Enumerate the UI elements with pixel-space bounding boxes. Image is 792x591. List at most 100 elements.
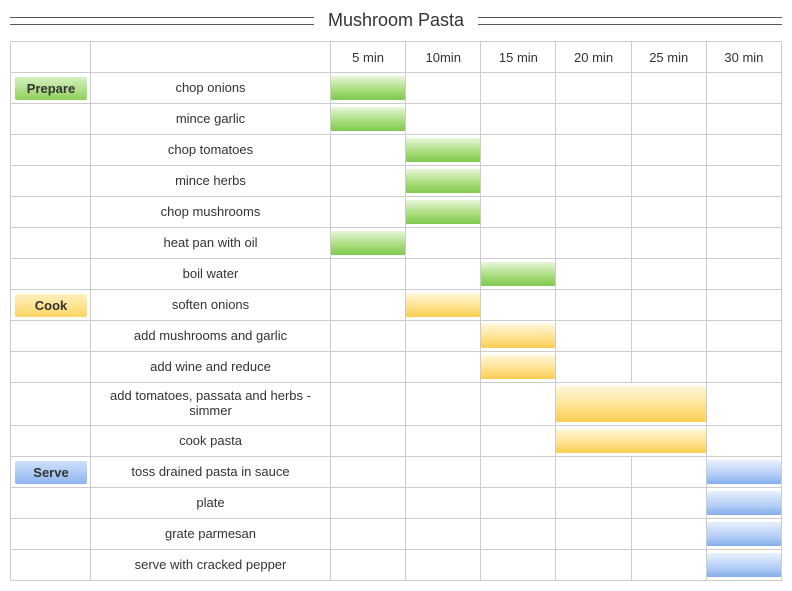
title-rule-right (478, 17, 782, 25)
table-row: chop mushrooms (11, 197, 782, 228)
time-cell (406, 73, 481, 104)
section-cell (11, 166, 91, 197)
title-rule-left (10, 17, 314, 25)
table-row: mince herbs (11, 166, 782, 197)
task-desc-text: plate (196, 496, 224, 511)
time-cell (481, 197, 556, 228)
gantt-bar (707, 553, 781, 577)
time-cell (556, 426, 706, 457)
time-cell (481, 135, 556, 166)
time-cell (556, 488, 631, 519)
time-cell (631, 104, 706, 135)
time-cell (706, 383, 781, 426)
time-cell (556, 290, 631, 321)
section-cell: Serve (11, 457, 91, 488)
task-desc: toss drained pasta in sauce (91, 457, 331, 488)
time-cell (406, 550, 481, 581)
time-cell (481, 519, 556, 550)
time-cell (631, 259, 706, 290)
time-cell (706, 519, 781, 550)
time-cell (481, 104, 556, 135)
table-row: chop tomatoes (11, 135, 782, 166)
time-cell (556, 197, 631, 228)
time-cell (631, 352, 706, 383)
time-cell (556, 550, 631, 581)
task-desc: add wine and reduce (91, 352, 331, 383)
table-row: add wine and reduce (11, 352, 782, 383)
section-cell (11, 383, 91, 426)
time-cell (556, 228, 631, 259)
gantt-bar (331, 231, 405, 255)
time-cell (481, 352, 556, 383)
time-cell (406, 488, 481, 519)
task-desc-text: serve with cracked pepper (135, 558, 287, 573)
time-cell (481, 259, 556, 290)
task-desc: mince garlic (91, 104, 331, 135)
gantt-bar (707, 460, 781, 484)
table-row: add mushrooms and garlic (11, 321, 782, 352)
table-row: add tomatoes, passata and herbs - simmer (11, 383, 782, 426)
section-cell (11, 426, 91, 457)
time-cell (406, 228, 481, 259)
task-desc: grate parmesan (91, 519, 331, 550)
task-desc: mince herbs (91, 166, 331, 197)
time-cell (406, 259, 481, 290)
task-desc: chop mushrooms (91, 197, 331, 228)
task-desc-text: mince garlic (176, 112, 245, 127)
time-cell (706, 426, 781, 457)
time-cell (406, 321, 481, 352)
time-cell (706, 259, 781, 290)
table-row: cook pasta (11, 426, 782, 457)
section-cell (11, 321, 91, 352)
time-cell (706, 135, 781, 166)
gantt-bar (707, 522, 781, 546)
task-desc-text: boil water (183, 267, 239, 282)
section-label-cook: Cook (15, 294, 87, 317)
time-cell (556, 457, 631, 488)
time-cell (481, 73, 556, 104)
time-cell (406, 519, 481, 550)
time-cell (631, 519, 706, 550)
time-cell (331, 457, 406, 488)
time-cell (706, 352, 781, 383)
time-cell (631, 457, 706, 488)
task-desc: serve with cracked pepper (91, 550, 331, 581)
time-cell (331, 321, 406, 352)
task-desc-text: grate parmesan (165, 527, 256, 542)
gantt-bar (331, 76, 405, 100)
time-cell (631, 166, 706, 197)
time-cell (406, 104, 481, 135)
task-desc: chop onions (91, 73, 331, 104)
task-desc: add mushrooms and garlic (91, 321, 331, 352)
time-cell (706, 457, 781, 488)
time-cell (406, 457, 481, 488)
time-cell (406, 290, 481, 321)
section-cell: Prepare (11, 73, 91, 104)
section-cell (11, 259, 91, 290)
time-cell (331, 104, 406, 135)
time-cell (706, 166, 781, 197)
time-cell (556, 135, 631, 166)
table-row: serve with cracked pepper (11, 550, 782, 581)
time-cell (556, 519, 631, 550)
time-cell (331, 166, 406, 197)
time-cell (481, 488, 556, 519)
gantt-bar (331, 107, 405, 131)
time-cell (631, 197, 706, 228)
time-cell (706, 321, 781, 352)
gantt-bar (481, 355, 555, 379)
table-row: Cooksoften onions (11, 290, 782, 321)
time-cell (481, 228, 556, 259)
task-desc-text: add mushrooms and garlic (134, 329, 287, 344)
task-desc: cook pasta (91, 426, 331, 457)
gantt-bar (707, 491, 781, 515)
time-cell (631, 488, 706, 519)
time-cell (406, 166, 481, 197)
table-row: Servetoss drained pasta in sauce (11, 457, 782, 488)
section-cell (11, 488, 91, 519)
time-cell (481, 290, 556, 321)
gantt-bar (406, 200, 480, 224)
header-section (11, 42, 91, 73)
gantt-bar (556, 386, 705, 422)
section-cell (11, 197, 91, 228)
